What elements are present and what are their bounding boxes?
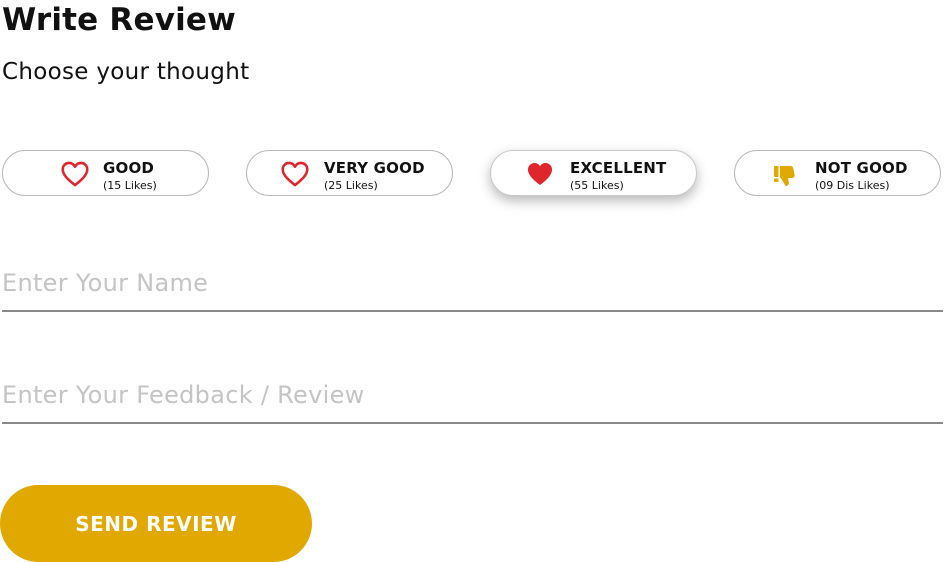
heart-outline-icon	[61, 161, 89, 187]
thumbs-down-icon	[773, 163, 797, 189]
page-title: Write Review	[2, 2, 236, 38]
option-label: VERY GOOD	[324, 159, 425, 177]
option-count: (25 Likes)	[324, 179, 378, 192]
name-input[interactable]	[2, 255, 943, 312]
option-label: NOT GOOD	[815, 159, 908, 177]
send-review-button[interactable]: SEND REVIEW	[0, 485, 312, 562]
feedback-input[interactable]	[2, 367, 943, 424]
option-count: (15 Likes)	[103, 179, 157, 192]
option-label: GOOD	[103, 159, 155, 177]
heart-filled-icon	[527, 161, 553, 187]
page-subtitle: Choose your thought	[2, 59, 250, 85]
option-count: (55 Likes)	[570, 179, 624, 192]
option-label: EXCELLENT	[570, 159, 667, 177]
option-count: (09 Dis Likes)	[815, 179, 890, 192]
option-good[interactable]: GOOD (15 Likes)	[2, 150, 209, 196]
heart-outline-icon	[281, 161, 309, 187]
option-excellent[interactable]: EXCELLENT (55 Likes)	[490, 150, 697, 196]
option-not-good[interactable]: NOT GOOD (09 Dis Likes)	[734, 150, 941, 196]
option-very-good[interactable]: VERY GOOD (25 Likes)	[246, 150, 453, 196]
